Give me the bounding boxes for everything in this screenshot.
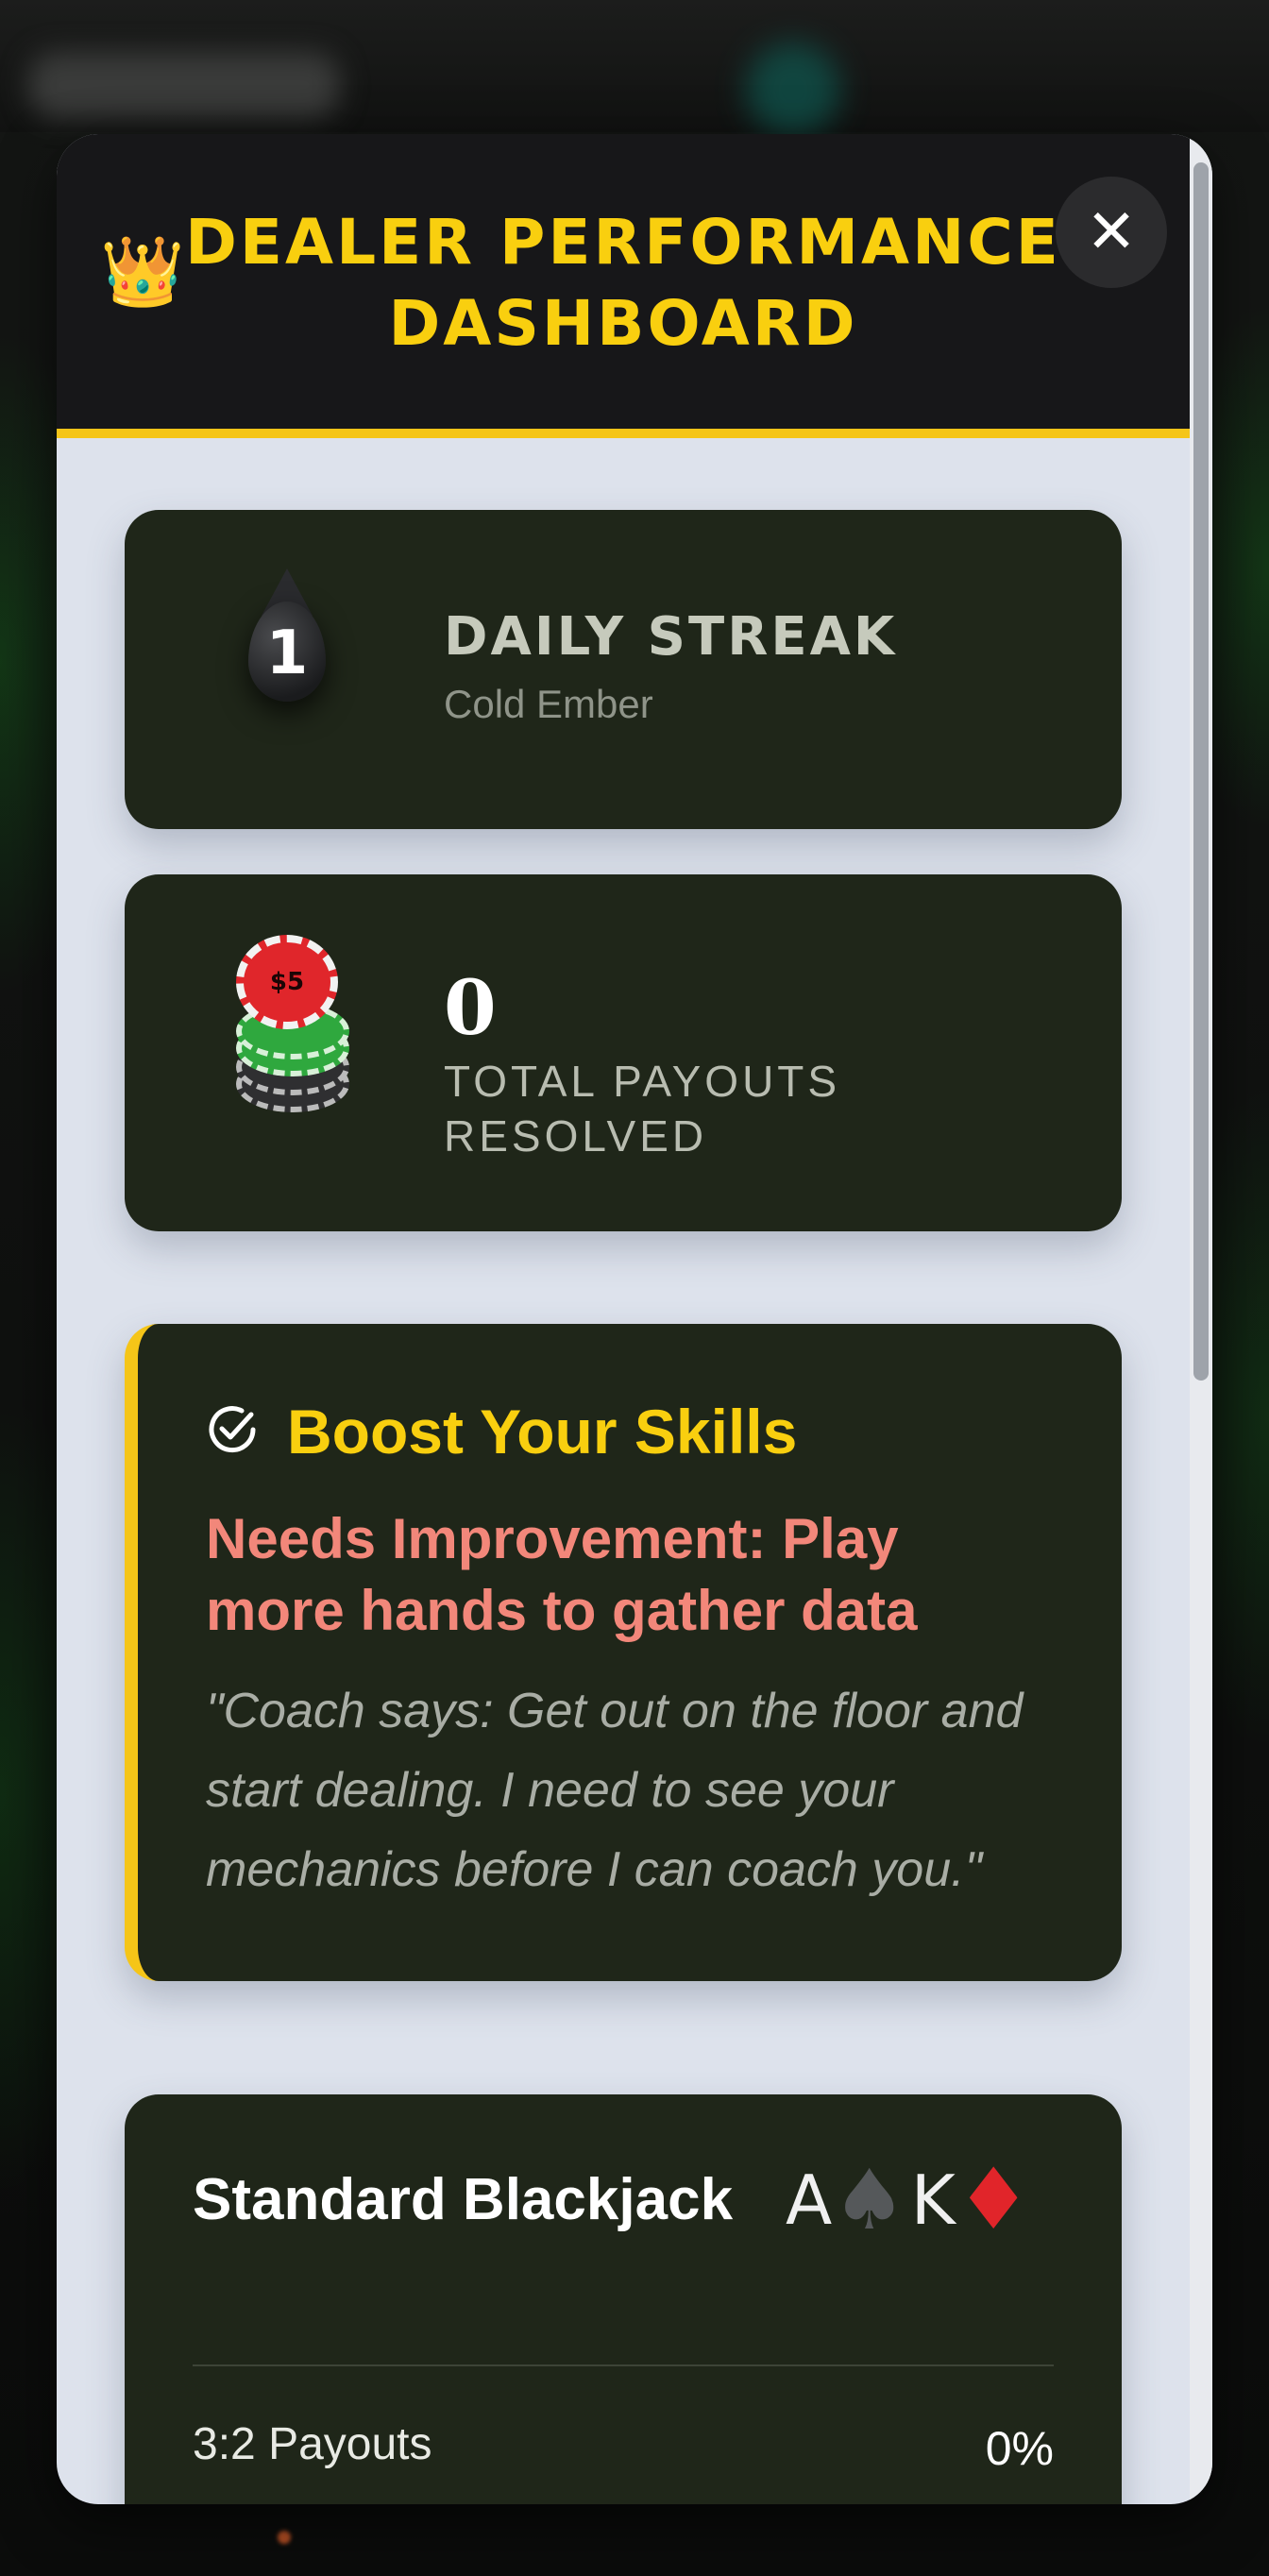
close-button[interactable]: ✕: [1056, 177, 1167, 288]
check-circle-icon: [209, 1406, 256, 1453]
playing-cards-icon: A♠ K♦: [786, 2155, 1032, 2249]
streak-subtitle: Cold Ember: [444, 682, 653, 726]
coaching-card: Boost Your Skills Needs Improvement: Pla…: [125, 1324, 1122, 1981]
scrollbar-thumb[interactable]: [1193, 162, 1209, 1381]
spade-icon: ♠: [832, 2151, 907, 2248]
payouts-count: 0: [444, 963, 497, 1052]
coaching-status: Needs Improvement: Play more hands to ga…: [206, 1507, 918, 1642]
card-rank-ace: A: [786, 2161, 833, 2240]
metric-value: 0%: [985, 2422, 1054, 2475]
chip-label: $5: [269, 968, 305, 996]
total-payouts-card: $5 0 TOTAL PAYOUTS RESOLVED: [125, 874, 1122, 1231]
diamond-icon: ♦: [955, 2150, 1032, 2249]
streak-count: 1: [265, 619, 309, 688]
game-title: Standard Blackjack: [193, 2167, 734, 2232]
coaching-title: Boost Your Skills: [287, 1397, 798, 1466]
modal-scrollbar[interactable]: [1190, 134, 1212, 2504]
blurred-avatar: [746, 42, 840, 137]
blurred-app-header: [0, 0, 1269, 137]
coach-quote: "Coach says: Get out on the floor and st…: [206, 1684, 1024, 1897]
crown-icon: 👑: [100, 234, 185, 310]
ember-particle: [278, 2531, 291, 2544]
daily-streak-card: 1 DAILY STREAK Cold Ember: [125, 510, 1122, 829]
modal-header: 👑 DEALER PERFORMANCE DASHBOARD ✕: [57, 134, 1190, 438]
streak-title: DAILY STREAK: [444, 606, 898, 668]
dealer-dashboard-modal: 👑 DEALER PERFORMANCE DASHBOARD ✕ 1 DAILY…: [57, 134, 1212, 2504]
payouts-label: TOTAL PAYOUTS RESOLVED: [444, 1057, 841, 1161]
modal-title: DEALER PERFORMANCE DASHBOARD: [185, 206, 1061, 360]
blurred-logo: [28, 52, 340, 118]
chip-stack-icon: $5: [236, 935, 349, 1112]
divider: [193, 2364, 1054, 2366]
card-rank-king: K: [910, 2161, 956, 2240]
game-stats-card: Standard Blackjack A♠ K♦ 3:2 Payouts 0%: [125, 2094, 1122, 2504]
metric-label: 3:2 Payouts: [193, 2419, 432, 2469]
